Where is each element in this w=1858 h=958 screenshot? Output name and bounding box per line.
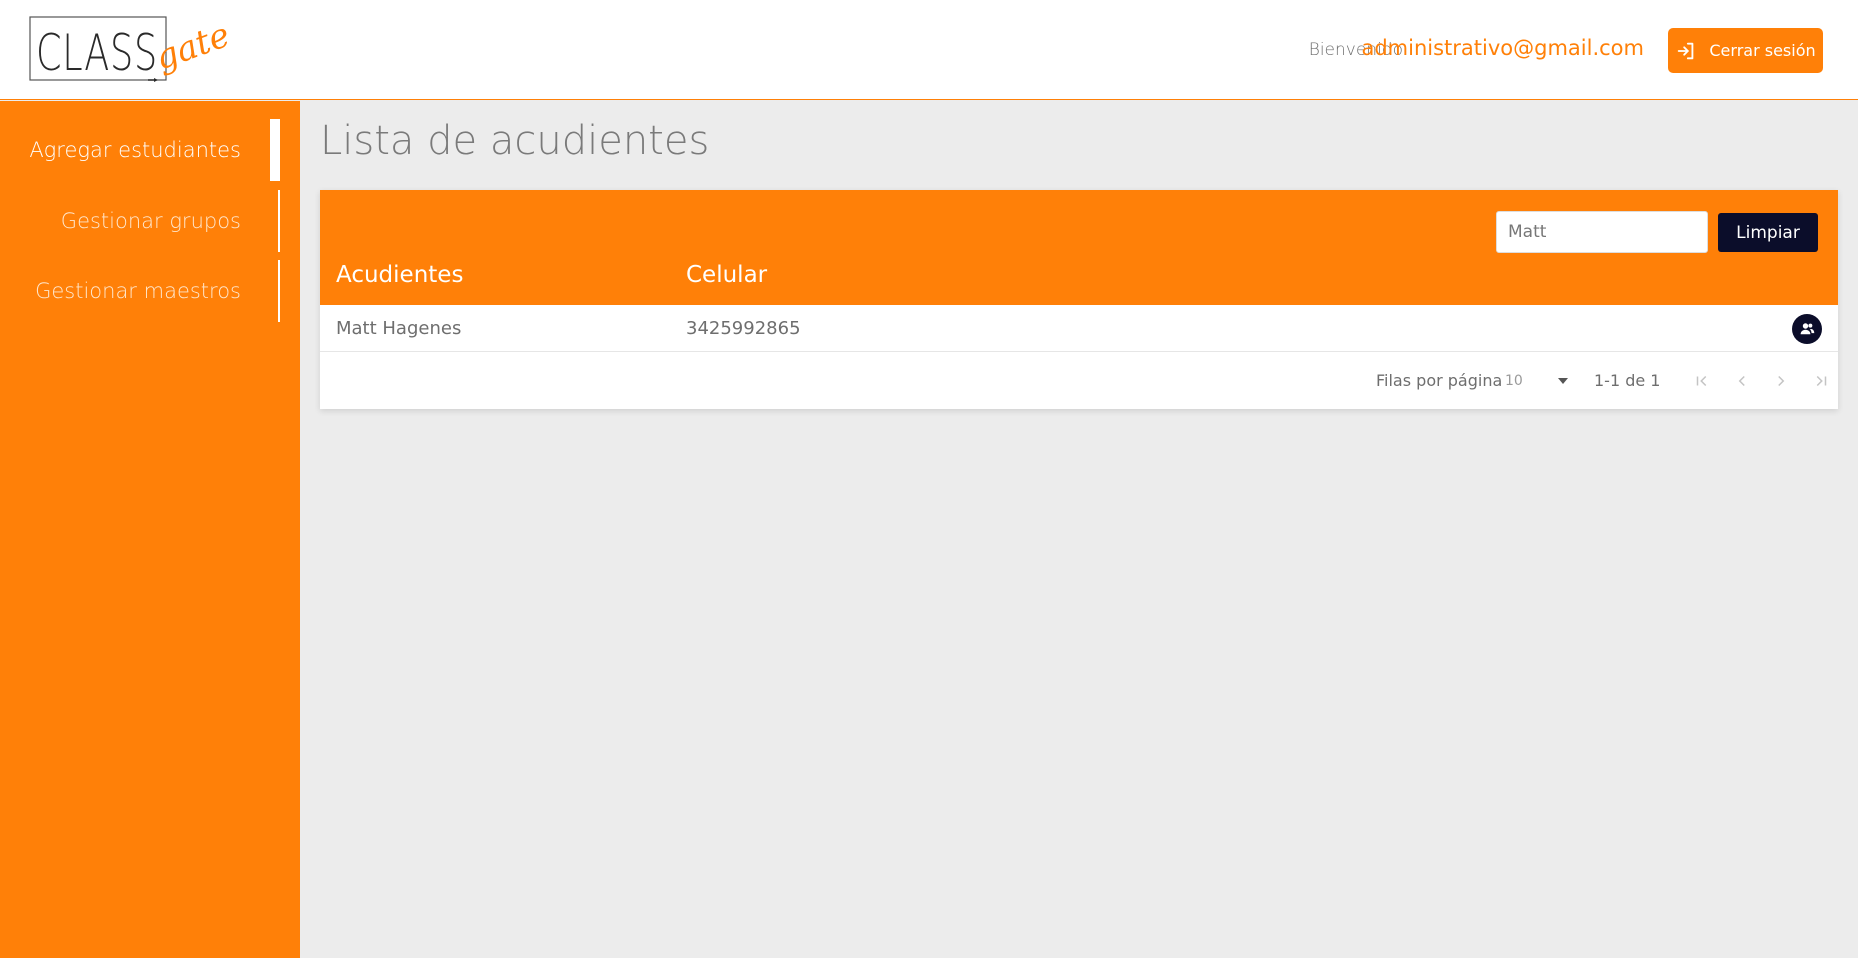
rows-per-page-label: Filas por página [1376,371,1503,390]
logout-button[interactable]: Cerrar sesión [1668,28,1823,73]
table-row[interactable]: Matt Hagenes 3425992865 [320,305,1838,352]
classgate-logo: CLASS gate [29,15,235,82]
guardian-name: Matt Hagenes [336,318,462,339]
next-page-icon[interactable] [1769,369,1793,393]
caret-down-icon [1558,378,1568,384]
search-input[interactable] [1496,211,1708,253]
guardians-table-card: Limpiar Acudientes Celular Matt Hagenes … [320,190,1838,409]
column-header-celular[interactable]: Celular [686,262,767,288]
user-email: administrativo@gmail.com [1361,36,1644,60]
page-title: Lista de acudientes [320,118,710,164]
previous-page-icon[interactable] [1730,369,1754,393]
logout-icon [1678,42,1694,59]
sidebar-item-label: Gestionar maestros [35,279,241,303]
last-page-icon[interactable] [1809,369,1833,393]
guardian-phone: 3425992865 [686,318,801,339]
first-page-icon[interactable] [1690,369,1714,393]
pagination-bar: Filas por página 10 1-1 de 1 [320,353,1838,409]
sidebar-item-gestionar-grupos[interactable]: Gestionar grupos [0,190,280,252]
table-header: Limpiar Acudientes Celular [320,190,1838,305]
sidebar-item-gestionar-maestros[interactable]: Gestionar maestros [0,260,280,322]
rows-per-page-select[interactable]: 10 [1503,367,1569,395]
rows-per-page-value: 10 [1505,373,1523,389]
sidebar-item-label: Agregar estudiantes [29,138,241,162]
svg-text:gate: gate [150,15,235,79]
logout-label: Cerrar sesión [1709,41,1816,60]
svg-text:CLASS: CLASS [36,24,158,82]
sidebar-item-label: Gestionar grupos [60,209,241,233]
column-header-acudientes[interactable]: Acudientes [336,262,463,288]
pagination-range: 1-1 de 1 [1594,371,1661,390]
clear-button[interactable]: Limpiar [1718,213,1818,252]
sidebar: Agregar estudiantes Gestionar grupos Ges… [0,101,300,958]
top-header: CLASS gate Bienvenido administrativo@gma… [0,0,1858,100]
sidebar-item-agregar-estudiantes[interactable]: Agregar estudiantes [0,119,280,181]
account-group-icon[interactable] [1792,314,1822,344]
